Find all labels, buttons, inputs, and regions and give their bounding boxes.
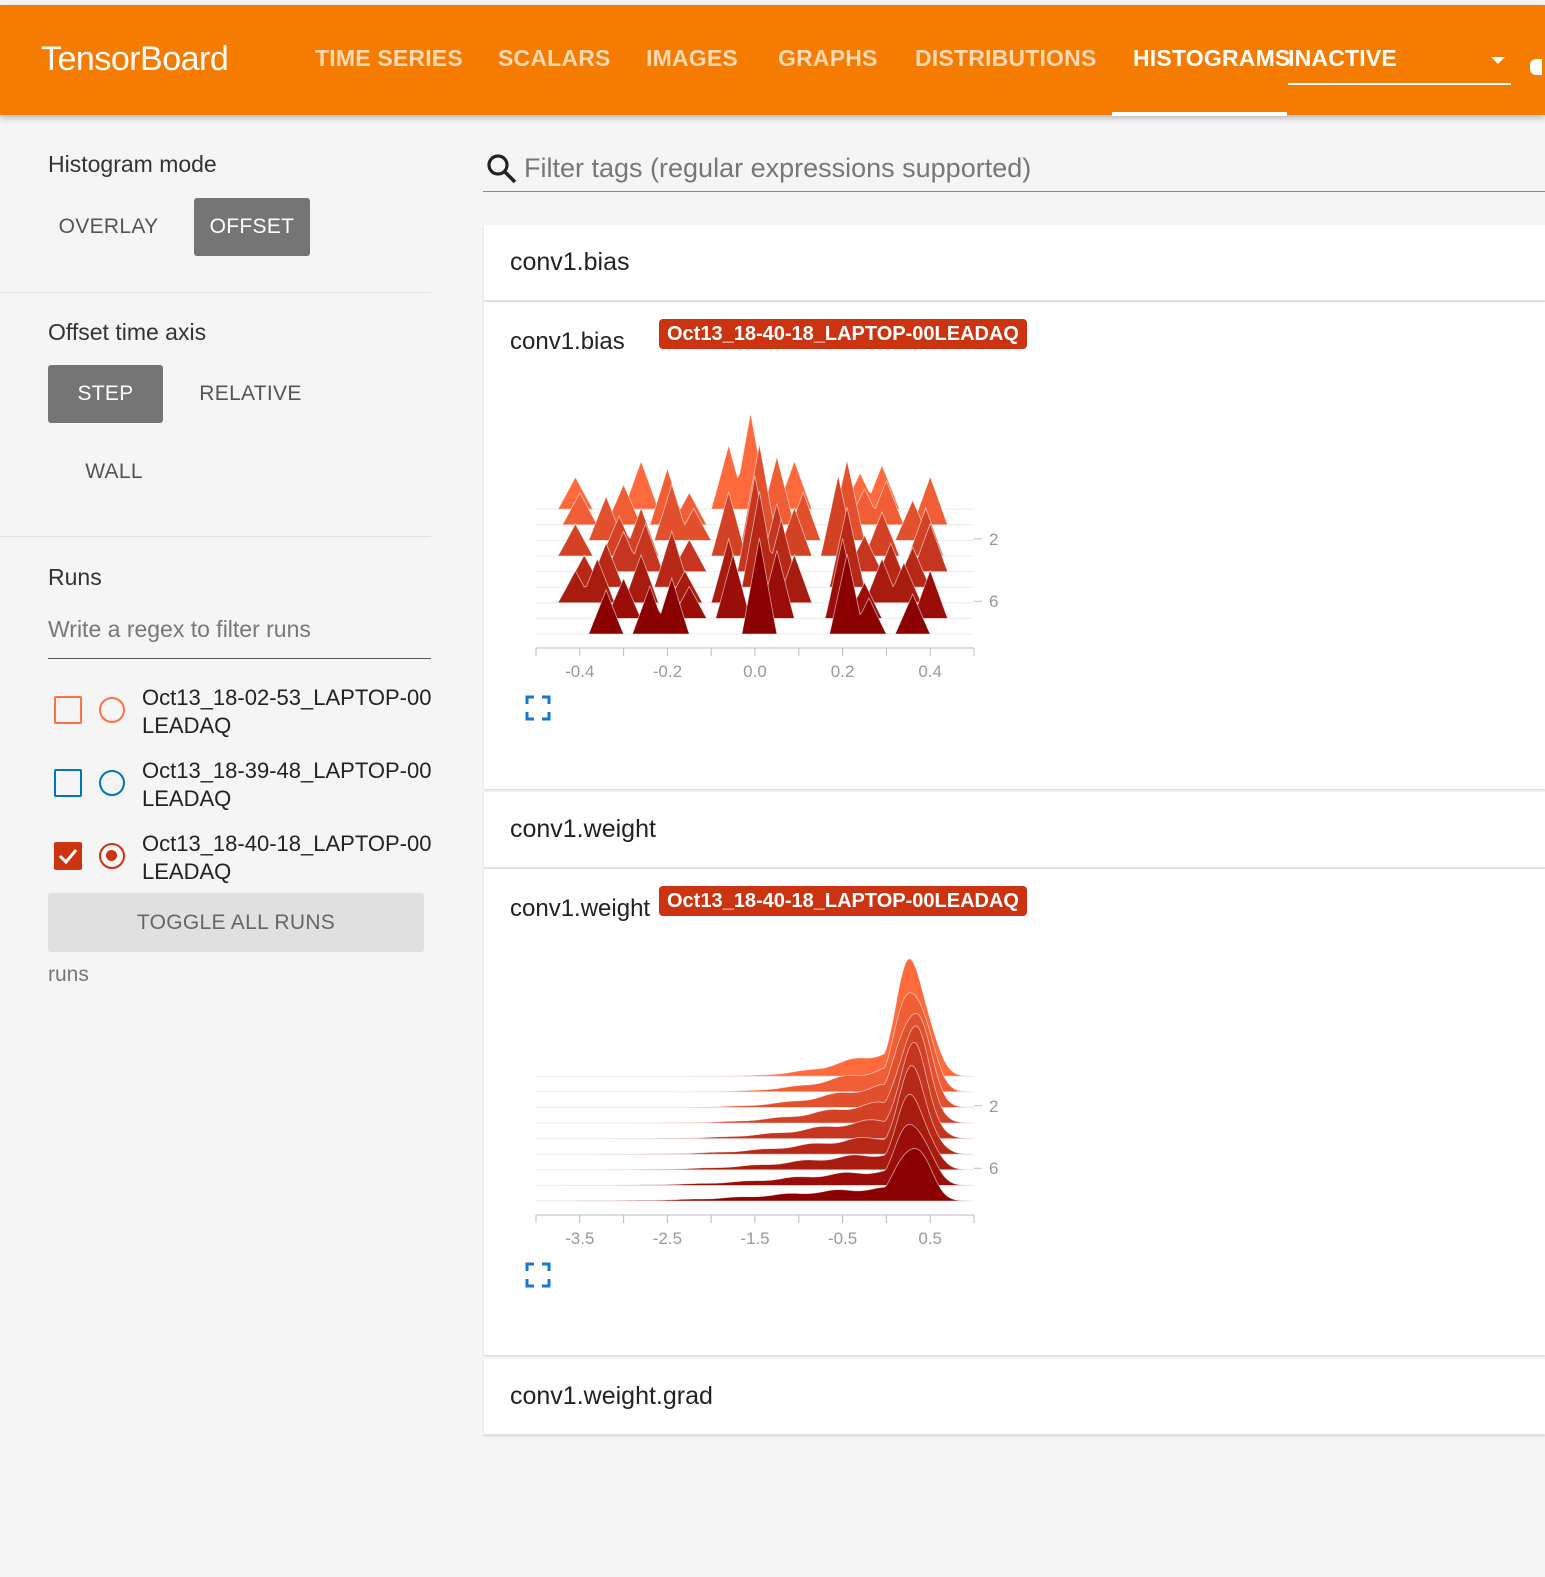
expand-icon[interactable] (524, 1261, 552, 1289)
checkmark-icon (58, 849, 78, 865)
run-radio[interactable] (99, 843, 125, 869)
tab-distributions[interactable]: DISTRIBUTIONS (915, 45, 1097, 72)
settings-icon[interactable] (1530, 59, 1542, 75)
x-tick-label: -0.4 (565, 662, 594, 681)
run-tag-badge: Oct13_18-40-18_LAPTOP-00LEADAQ (659, 319, 1027, 349)
overlay-button[interactable]: OVERLAY (48, 198, 169, 256)
step-tick-label: 2 (989, 530, 998, 549)
run-label: Oct13_18-40-18_LAPTOP-00LEADAQ (142, 831, 432, 884)
x-tick-label: -3.5 (565, 1229, 594, 1248)
run-checkbox[interactable] (54, 842, 82, 870)
offset-time-axis-title: Offset time axis (48, 319, 207, 345)
top-app-bar: TensorBoard TIME SERIES SCALARS IMAGES G… (0, 5, 1545, 116)
tab-scalars[interactable]: SCALARS (498, 45, 611, 72)
toggle-all-runs-button[interactable]: TOGGLE ALL RUNS (48, 893, 424, 952)
x-tick-label: -0.2 (653, 662, 682, 681)
run-radio[interactable] (99, 770, 125, 796)
tag-filter (483, 148, 1545, 192)
runs-footer: runs (48, 963, 89, 986)
expand-icon[interactable] (524, 694, 552, 722)
tab-histograms[interactable]: HISTOGRAMS (1133, 45, 1290, 72)
section-divider (0, 536, 431, 537)
step-tick-label: 2 (989, 1097, 998, 1116)
run-label: Oct13_18-39-48_LAPTOP-00LEADAQ (142, 758, 432, 811)
run-tag-badge: Oct13_18-40-18_LAPTOP-00LEADAQ (659, 886, 1027, 916)
histogram-step-area (535, 1148, 974, 1202)
run-radio[interactable] (99, 697, 125, 723)
app-brand[interactable]: TensorBoard (41, 40, 229, 79)
histogram-chart: 2 6 -0.4 -0.2 0.0 0.2 0.4 (535, 413, 998, 681)
tag-filter-input[interactable] (524, 148, 1524, 188)
offset-button[interactable]: OFFSET (194, 198, 310, 256)
chart-title: conv1.weight (510, 895, 651, 922)
histogram-chart: 2 6 -3.5 -2.5 -1.5 -0.5 0.5 (535, 958, 998, 1248)
active-tab-indicator (1112, 112, 1287, 116)
run-label: Oct13_18-02-53_LAPTOP-00LEADAQ (142, 685, 432, 738)
tab-graphs[interactable]: GRAPHS (778, 45, 878, 72)
x-tick-label: 0.5 (918, 1229, 942, 1248)
run-item[interactable]: Oct13_18-39-48_LAPTOP-00LEADAQ (54, 757, 434, 821)
runs-title: Runs (48, 564, 102, 590)
run-item[interactable]: Oct13_18-02-53_LAPTOP-00LEADAQ (54, 684, 434, 748)
x-tick-label: -2.5 (653, 1229, 682, 1248)
x-tick-label: 0.0 (743, 662, 767, 681)
tab-images[interactable]: IMAGES (646, 45, 738, 72)
search-icon (487, 154, 517, 184)
histogram-mode-title: Histogram mode (48, 151, 217, 177)
section-divider (0, 292, 431, 293)
step-button[interactable]: STEP (48, 365, 163, 423)
step-tick-label: 6 (989, 592, 998, 611)
wall-button[interactable]: WALL (60, 443, 168, 501)
tag-group-header[interactable]: conv1.weight.grad (484, 1359, 1545, 1435)
run-item[interactable]: Oct13_18-40-18_LAPTOP-00LEADAQ (54, 830, 434, 894)
chevron-down-icon (1491, 57, 1505, 64)
inactive-label: INACTIVE (1288, 45, 1397, 71)
histogram-card: conv1.bias Oct13_18-40-18_LAPTOP-00LEADA… (484, 302, 1545, 789)
tab-time-series[interactable]: TIME SERIES (315, 45, 463, 72)
histogram-card: conv1.weight Oct13_18-40-18_LAPTOP-00LEA… (484, 869, 1545, 1355)
x-tick-label: 0.4 (918, 662, 942, 681)
run-checkbox[interactable] (54, 769, 82, 797)
x-tick-label: 0.2 (831, 662, 855, 681)
run-checkbox[interactable] (54, 696, 82, 724)
tag-group-header[interactable]: conv1.weight (484, 792, 1545, 868)
chart-title: conv1.bias (510, 328, 625, 355)
x-tick-label: -0.5 (828, 1229, 857, 1248)
x-tick-label: -1.5 (740, 1229, 769, 1248)
step-tick-label: 6 (989, 1159, 998, 1178)
relative-button[interactable]: RELATIVE (188, 365, 313, 423)
tag-group-header[interactable]: conv1.bias (484, 225, 1545, 301)
inactive-plugins-dropdown[interactable]: INACTIVE (1288, 45, 1511, 85)
run-filter-input[interactable]: Write a regex to filter runs (48, 616, 431, 659)
radio-dot (106, 850, 117, 861)
